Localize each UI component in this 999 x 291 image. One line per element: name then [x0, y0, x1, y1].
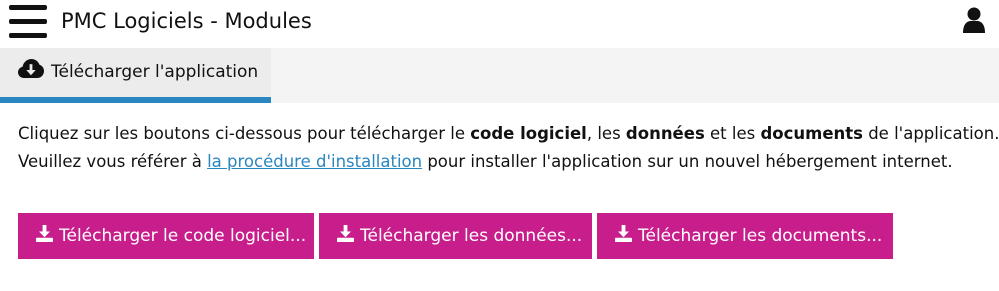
installation-procedure-link[interactable]: la procédure d'installation — [207, 152, 422, 171]
app-title: PMC Logiciels - Modules — [61, 9, 312, 33]
download-code-label: Télécharger le code logiciel... — [59, 226, 307, 246]
instructions-block: Cliquez sur les boutons ci-dessous pour … — [18, 120, 999, 176]
tab-label: Télécharger l'application — [51, 62, 259, 82]
hamburger-menu-icon[interactable] — [9, 3, 47, 38]
download-data-button[interactable]: Télécharger les données... — [319, 213, 592, 259]
download-icon — [36, 224, 53, 242]
tab-download-application[interactable]: Télécharger l'application — [0, 48, 271, 103]
instructions-bold-data: données — [625, 124, 705, 143]
tab-bar: Télécharger l'application — [0, 48, 999, 103]
instructions-text: Cliquez sur les boutons ci-dessous pour … — [18, 124, 471, 143]
instructions-text: Veuillez vous référer à — [18, 152, 208, 171]
download-icon — [337, 224, 354, 242]
hamburger-bar — [9, 5, 47, 10]
active-tab-indicator — [0, 97, 271, 103]
download-documents-label: Télécharger les documents... — [638, 226, 883, 246]
hamburger-bar — [9, 33, 47, 38]
download-icon — [615, 224, 632, 242]
instructions-line-1: Cliquez sur les boutons ci-dessous pour … — [18, 120, 999, 148]
instructions-text: de l'application. — [862, 124, 999, 143]
top-header: PMC Logiciels - Modules — [0, 0, 999, 48]
user-icon[interactable] — [963, 7, 985, 33]
download-documents-button[interactable]: Télécharger les documents... — [597, 213, 893, 259]
download-data-label: Télécharger les données... — [360, 226, 583, 246]
instructions-bold-documents: documents — [760, 124, 863, 143]
cloud-download-icon — [18, 59, 44, 78]
hamburger-bar — [9, 19, 47, 24]
instructions-bold-code: code logiciel — [470, 124, 587, 143]
instructions-text: et les — [704, 124, 761, 143]
instructions-line-2: Veuillez vous référer à la procédure d'i… — [18, 148, 983, 176]
app-root: PMC Logiciels - Modules Télécharger l'ap… — [0, 0, 999, 291]
instructions-text: , les — [586, 124, 626, 143]
download-code-button[interactable]: Télécharger le code logiciel... — [18, 213, 314, 259]
instructions-text: pour installer l'application sur un nouv… — [422, 152, 953, 171]
